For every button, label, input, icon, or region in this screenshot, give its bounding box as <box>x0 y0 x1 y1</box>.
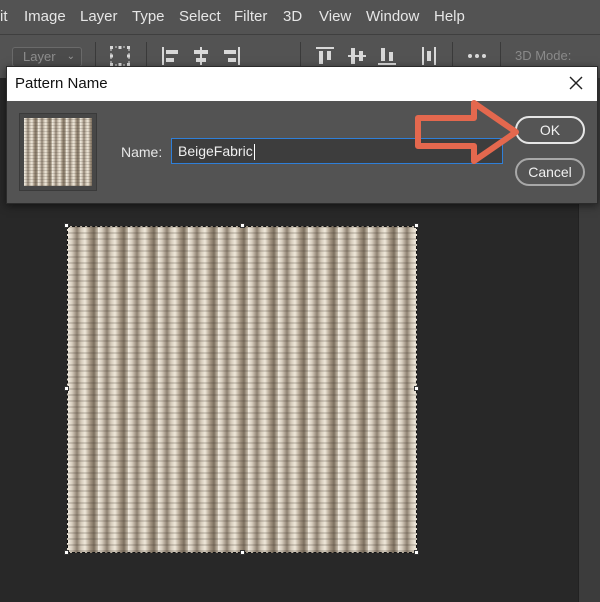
selection-handle[interactable] <box>64 223 69 228</box>
transform-controls-icon[interactable] <box>108 44 132 68</box>
align-top-edges-icon[interactable] <box>314 44 336 68</box>
ok-button[interactable]: OK <box>515 116 585 144</box>
auto-select-value: Layer <box>23 49 56 64</box>
selection-handle[interactable] <box>414 550 419 555</box>
selection-handle[interactable] <box>414 386 419 391</box>
dialog-title: Pattern Name <box>15 75 108 92</box>
more-options-icon[interactable] <box>466 44 488 68</box>
menu-item-3d[interactable]: 3D <box>283 8 302 25</box>
pattern-preview-thumbnail <box>24 118 92 186</box>
pattern-preview-frame <box>19 113 97 191</box>
selection-handle[interactable] <box>414 223 419 228</box>
name-label: Name: <box>121 144 163 160</box>
menu-item-image[interactable]: Image <box>24 8 66 25</box>
menu-item-edit[interactable]: it <box>0 8 8 25</box>
menu-item-window[interactable]: Window <box>366 8 419 25</box>
align-horizontal-centers-icon[interactable] <box>190 44 212 68</box>
document-canvas[interactable] <box>67 226 417 553</box>
align-bottom-edges-icon[interactable] <box>376 44 398 68</box>
selection-handle[interactable] <box>64 550 69 555</box>
menu-item-type[interactable]: Type <box>132 8 165 25</box>
selection-handle[interactable] <box>240 223 245 228</box>
chevron-down-icon: ⌄ <box>66 51 75 62</box>
menu-item-help[interactable]: Help <box>434 8 465 25</box>
cancel-button[interactable]: Cancel <box>515 158 585 186</box>
close-icon[interactable] <box>565 72 587 94</box>
auto-select-dropdown[interactable]: Layer ⌄ <box>12 47 82 67</box>
menu-item-view[interactable]: View <box>319 8 351 25</box>
pattern-name-value: BeigeFabric <box>178 143 253 159</box>
menu-bar: it Image Layer Type Select Filter 3D Vie… <box>0 0 600 34</box>
align-left-edges-icon[interactable] <box>160 44 182 68</box>
menu-item-select[interactable]: Select <box>179 8 221 25</box>
menu-item-filter[interactable]: Filter <box>234 8 267 25</box>
distribute-icon[interactable] <box>418 44 440 68</box>
dialog-titlebar[interactable]: Pattern Name <box>7 67 597 101</box>
align-right-edges-icon[interactable] <box>220 44 242 68</box>
menu-item-layer[interactable]: Layer <box>80 8 118 25</box>
selection-handle[interactable] <box>64 386 69 391</box>
selection-handle[interactable] <box>240 550 245 555</box>
text-caret <box>253 144 255 161</box>
align-vertical-centers-icon[interactable] <box>346 44 368 68</box>
3d-mode-label: 3D Mode: <box>515 48 572 63</box>
annotation-arrow-icon <box>415 100 519 164</box>
